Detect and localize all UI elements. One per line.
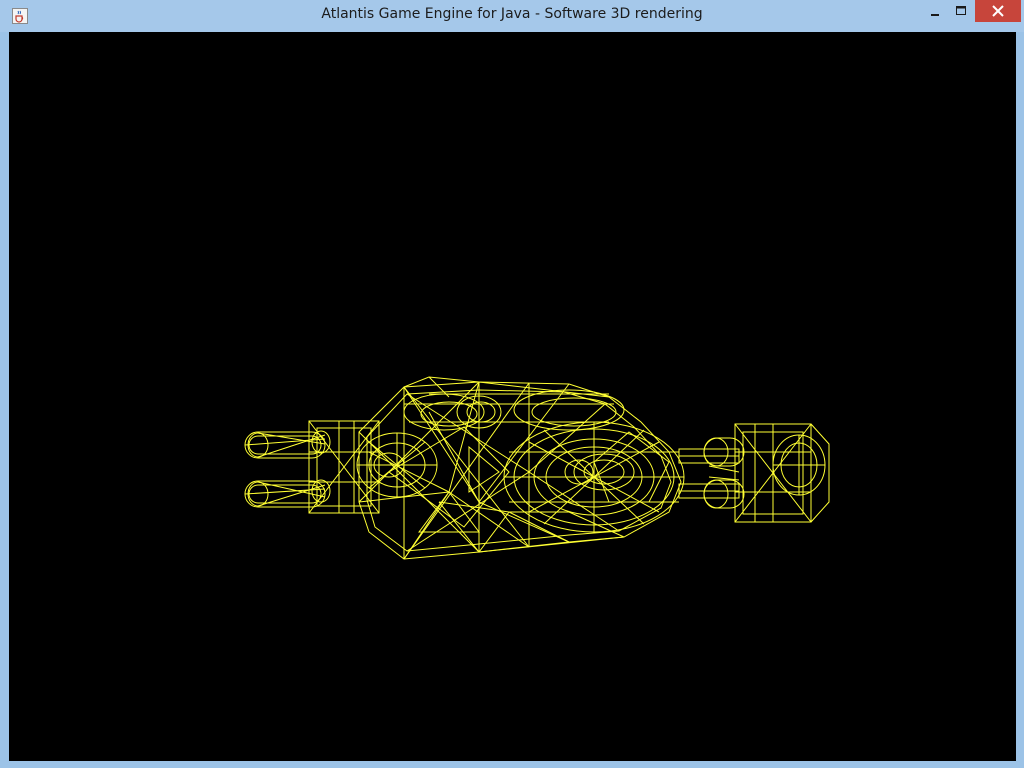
close-button[interactable]: [975, 0, 1021, 22]
render-viewport[interactable]: [9, 32, 1016, 761]
maximize-icon: [956, 6, 966, 15]
connector-shaft: [678, 448, 740, 499]
wireframe-ship-model: [244, 376, 830, 560]
minimize-button[interactable]: [922, 0, 948, 22]
hull: [358, 381, 682, 560]
minimize-icon: [931, 14, 939, 16]
right-block: [734, 423, 830, 523]
close-icon: [992, 5, 1004, 17]
maximize-button[interactable]: [948, 0, 974, 22]
title-bar[interactable]: Atlantis Game Engine for Java - Software…: [0, 0, 1024, 32]
app-window: Atlantis Game Engine for Java - Software…: [0, 0, 1024, 768]
engine-cluster: [356, 432, 438, 498]
window-title: Atlantis Game Engine for Java - Software…: [321, 6, 703, 22]
